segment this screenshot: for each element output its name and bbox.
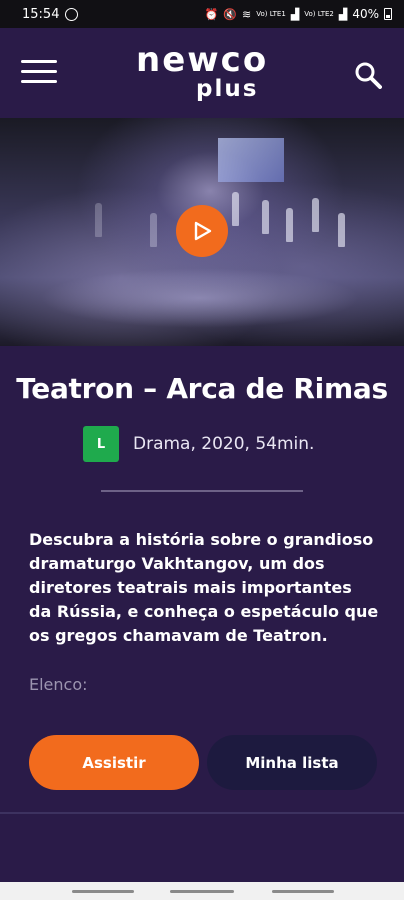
stage-floor xyxy=(40,268,360,328)
logo-sub-text: plus xyxy=(196,76,259,102)
description: Descubra a história sobre o grandioso dr… xyxy=(29,530,379,645)
my-list-button[interactable]: Minha lista xyxy=(207,735,377,790)
status-time: 15:54 xyxy=(22,6,60,22)
hamburger-menu-icon[interactable] xyxy=(21,60,57,86)
alarm-icon: ⏰ xyxy=(204,7,219,21)
performer-figure xyxy=(262,200,269,234)
genre-year-duration: Drama, 2020, 54min. xyxy=(133,434,315,454)
battery-icon xyxy=(384,8,392,20)
cast-label: Elenco: xyxy=(29,675,88,694)
meta-row: L Drama, 2020, 54min. xyxy=(83,426,314,462)
title: Teatron – Arca de Rimas xyxy=(16,372,388,405)
logo-main-text: newco xyxy=(136,40,269,80)
divider-bottom xyxy=(0,812,404,814)
app-header: newco plus xyxy=(0,28,404,118)
battery-percent: 40% xyxy=(352,7,379,21)
performer-figure xyxy=(286,208,293,242)
newco-plus-logo: newco plus xyxy=(136,42,270,104)
divider xyxy=(101,490,303,492)
play-icon xyxy=(194,221,212,241)
performer-figure xyxy=(312,198,319,232)
signal-icon-2: ▟ xyxy=(338,7,348,21)
play-button[interactable] xyxy=(176,205,228,257)
signal-1-label: Vo) LTE1 xyxy=(256,9,286,18)
nav-back-button[interactable] xyxy=(272,890,334,893)
signal-icon: ▟ xyxy=(290,7,300,21)
performer-figure xyxy=(150,213,157,247)
status-bar: 15:54 ⏰ 🔇 ≋ Vo) LTE1 ▟ Vo) LTE2 ▟ 40% xyxy=(0,0,404,28)
performer-figure xyxy=(338,213,345,247)
wifi-icon: ≋ xyxy=(242,7,252,21)
age-rating-badge: L xyxy=(83,426,119,462)
system-nav-bar xyxy=(0,882,404,900)
nav-home-button[interactable] xyxy=(170,890,234,893)
status-right: ⏰ 🔇 ≋ Vo) LTE1 ▟ Vo) LTE2 ▟ 40% xyxy=(205,7,392,21)
performer-figure xyxy=(95,203,102,237)
search-icon[interactable] xyxy=(354,61,382,89)
status-left: 15:54 xyxy=(22,6,79,22)
stage-screen xyxy=(218,138,284,182)
watch-button[interactable]: Assistir xyxy=(29,735,199,790)
performer-figure xyxy=(232,192,239,226)
whatsapp-icon xyxy=(65,7,79,21)
signal-2-label: Vo) LTE2 xyxy=(304,9,334,18)
mute-icon: 🔇 xyxy=(223,7,238,21)
nav-recents-button[interactable] xyxy=(72,890,134,893)
